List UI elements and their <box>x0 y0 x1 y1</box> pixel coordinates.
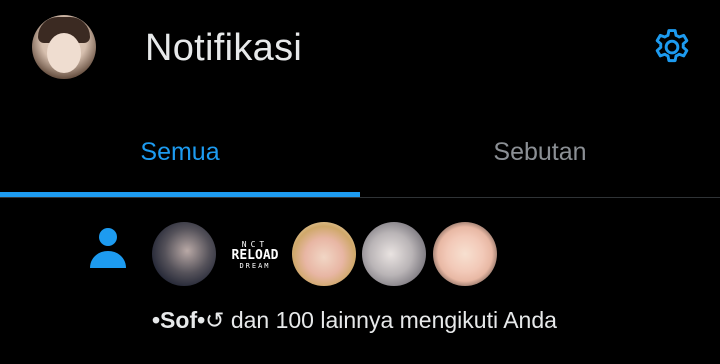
follower-avatar[interactable] <box>362 222 426 286</box>
name-symbol: ↺ <box>205 307 225 333</box>
settings-button[interactable] <box>650 26 694 70</box>
follower-name[interactable]: •Sof• <box>152 307 205 333</box>
follower-avatar[interactable]: NCT RELOAD DREAM <box>223 222 287 286</box>
notification-item[interactable]: NCT RELOAD DREAM •Sof•↺ dan 100 lainnya … <box>0 200 720 364</box>
page-title: Notifikasi <box>145 27 303 69</box>
notifications-screen: Notifikasi Semua Sebutan NCT RELOAD DREA… <box>0 0 720 364</box>
notification-text: •Sof•↺ dan 100 lainnya mengikuti Anda <box>152 306 557 334</box>
notification-message: dan 100 lainnya mengikuti Anda <box>224 307 557 333</box>
logo-line: RELOAD <box>231 248 279 263</box>
nct-logo: NCT RELOAD DREAM <box>229 232 281 278</box>
follower-avatar[interactable] <box>152 222 216 286</box>
avatar-face <box>47 33 81 73</box>
tab-bar: Semua Sebutan <box>0 108 720 198</box>
tab-all[interactable]: Semua <box>0 108 360 196</box>
profile-avatar[interactable] <box>32 15 96 79</box>
logo-line: DREAM <box>239 262 271 270</box>
tab-mentions[interactable]: Sebutan <box>360 108 720 196</box>
follower-avatar[interactable] <box>433 222 497 286</box>
person-icon <box>90 228 126 268</box>
gear-icon <box>655 29 689 63</box>
header: Notifikasi <box>0 0 720 100</box>
follower-avatar[interactable] <box>292 222 356 286</box>
tabs-divider <box>0 197 720 198</box>
